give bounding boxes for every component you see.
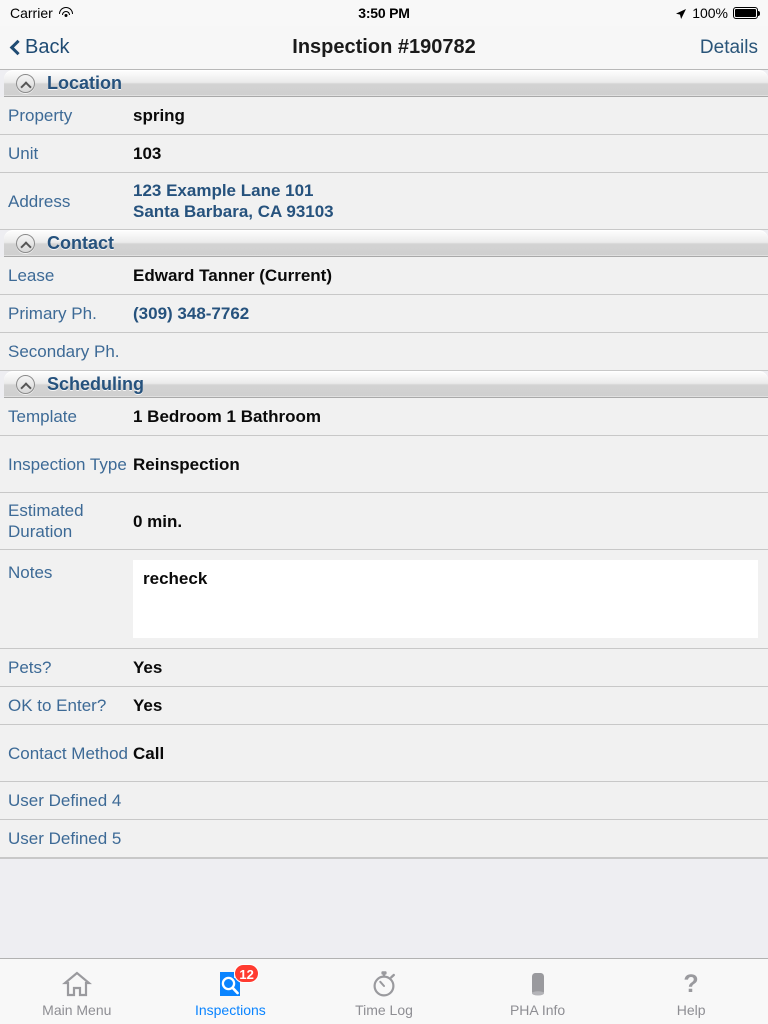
row-value [133, 833, 768, 845]
section-header-location[interactable]: Location [4, 70, 768, 97]
row-ok-to-enter[interactable]: OK to Enter? Yes [0, 687, 768, 725]
tab-label: Inspections [194, 1002, 266, 1018]
chevron-up-circle-icon[interactable] [16, 234, 35, 253]
row-notes[interactable]: Notes [0, 550, 768, 649]
row-lease[interactable]: Lease Edward Tanner (Current) [0, 257, 768, 295]
row-value: 1 Bedroom 1 Bathroom [133, 407, 321, 426]
notes-input[interactable] [133, 560, 758, 638]
row-template[interactable]: Template 1 Bedroom 1 Bathroom [0, 398, 768, 436]
row-contact-method[interactable]: Contact Method Call [0, 725, 768, 782]
row-label: Notes [8, 563, 53, 582]
row-label: Primary Ph. [8, 304, 97, 323]
home-icon [61, 969, 92, 999]
inspection-detail-form[interactable]: Location Property spring Unit 103 Address 123 … [0, 70, 768, 958]
database-icon [523, 969, 553, 999]
row-value: Yes [133, 696, 163, 715]
section-title: Location [47, 73, 122, 93]
form-bottom-spacer [0, 858, 768, 918]
tab-main-menu[interactable]: Main Menu [0, 959, 154, 1024]
page-title: Inspection #190782 [292, 36, 476, 58]
row-secondary-ph[interactable]: Secondary Ph. [0, 333, 768, 371]
row-value[interactable]: (309) 348-7762 [133, 297, 768, 330]
row-unit[interactable]: Unit 103 [0, 135, 768, 173]
row-label: Lease [8, 266, 55, 285]
row-label: Secondary Ph. [8, 342, 120, 361]
tab-badge-count: 12 [234, 964, 259, 983]
row-address[interactable]: Address 123 Example Lane 101 Santa Barbar… [0, 173, 768, 230]
row-value [133, 346, 768, 358]
section-header-contact[interactable]: Contact [4, 230, 768, 257]
tab-inspections[interactable]: 12 Inspections [154, 959, 308, 1024]
row-label: Estimated Duration [8, 501, 84, 541]
svg-text:?: ? [684, 970, 699, 998]
app-screen: Carrier 3:50 PM 100% Back Inspection #19… [0, 0, 768, 1024]
details-button[interactable]: Details [700, 37, 758, 59]
row-value: Reinspection [133, 454, 240, 474]
row-value[interactable]: 123 Example Lane 101 Santa Barbara, CA 9… [133, 174, 768, 228]
row-value: spring [133, 106, 185, 125]
row-label: Contact Method [8, 743, 129, 763]
section-header-scheduling[interactable]: Scheduling [4, 371, 768, 398]
question-mark-icon: ? [676, 969, 706, 999]
tab-pha-info[interactable]: PHA Info [461, 959, 615, 1024]
chevron-up-circle-icon[interactable] [16, 375, 35, 394]
battery-percent-label: 100% [692, 5, 728, 21]
row-label: Address [8, 191, 71, 211]
stopwatch-icon [369, 969, 399, 999]
chevron-left-icon [10, 39, 21, 57]
chevron-up-circle-icon[interactable] [16, 74, 35, 93]
tab-label: Time Log [355, 1002, 413, 1018]
row-label: Pets? [8, 658, 52, 677]
row-inspection-type[interactable]: Inspection Type Reinspection [0, 436, 768, 493]
row-label: User Defined 5 [8, 829, 122, 848]
tab-time-log[interactable]: Time Log [307, 959, 461, 1024]
row-label: Unit [8, 144, 39, 163]
row-value: 103 [133, 144, 162, 163]
row-value [133, 795, 768, 807]
battery-full-icon [733, 7, 761, 19]
row-primary-ph[interactable]: Primary Ph. (309) 348-7762 [0, 295, 768, 333]
tab-label: Help [676, 1002, 706, 1018]
row-label: Property [8, 106, 73, 125]
tab-bar: Main Menu 12 Inspections Time Log PHA Info? H… [0, 958, 768, 1024]
back-button-label: Back [25, 36, 70, 58]
row-value: Yes [133, 658, 163, 677]
row-label: Template [8, 407, 77, 426]
tab-help[interactable]: ? Help [614, 959, 768, 1024]
location-arrow-icon [675, 7, 687, 19]
document-search-icon: 12 [215, 964, 259, 999]
row-value: Edward Tanner (Current) [133, 266, 332, 285]
row-property[interactable]: Property spring [0, 97, 768, 135]
back-button[interactable]: Back [10, 36, 69, 59]
row-pets[interactable]: Pets? Yes [0, 649, 768, 687]
row-label: OK to Enter? [8, 696, 107, 715]
row-user-defined-5[interactable]: User Defined 5 [0, 820, 768, 858]
section-title: Scheduling [47, 374, 145, 394]
status-bar-clock: 3:50 PM [358, 5, 410, 21]
navigation-bar: Back Inspection #190782 Details [0, 26, 768, 70]
row-user-defined-4[interactable]: User Defined 4 [0, 782, 768, 820]
tab-label: PHA Info [509, 1002, 566, 1018]
row-value: 0 min. [133, 511, 183, 531]
section-title: Contact [47, 233, 114, 253]
row-label: Inspection Type [8, 454, 127, 474]
row-estimated-duration[interactable]: Estimated Duration 0 min. [0, 493, 768, 550]
tab-label: Main Menu [42, 1002, 112, 1018]
status-bar: Carrier 3:50 PM 100% [0, 0, 768, 26]
row-label: User Defined 4 [8, 791, 122, 810]
status-bar-right: 100% [675, 5, 761, 21]
row-value: Call [133, 743, 165, 763]
